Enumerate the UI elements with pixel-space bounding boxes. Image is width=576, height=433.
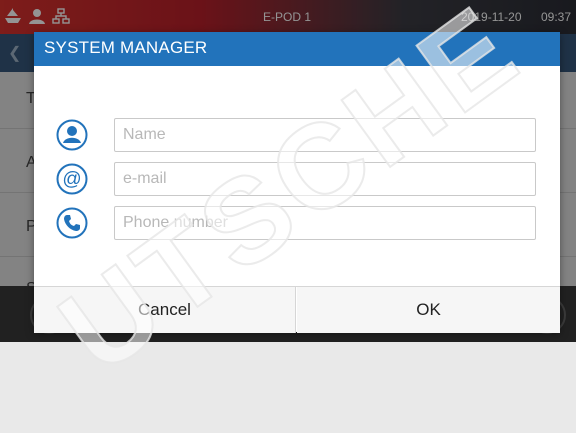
email-input[interactable] [114, 162, 536, 196]
cancel-button[interactable]: Cancel [34, 287, 296, 333]
dialog-header: SYSTEM MANAGER [34, 32, 560, 66]
ok-button[interactable]: OK [297, 287, 560, 333]
svg-text:@: @ [62, 169, 81, 190]
user-icon [56, 119, 88, 151]
phone-input[interactable] [114, 206, 536, 240]
at-icon: @ [56, 163, 88, 195]
name-field-row [56, 118, 540, 154]
dialog-title: SYSTEM MANAGER [44, 38, 208, 57]
email-field-row: @ [56, 162, 540, 198]
name-input[interactable] [114, 118, 536, 152]
dialog-button-bar: Cancel OK [34, 286, 560, 333]
system-manager-dialog: SYSTEM MANAGER @ Cancel OK [34, 32, 560, 333]
phone-field-row [56, 206, 540, 242]
phone-icon [56, 207, 88, 239]
